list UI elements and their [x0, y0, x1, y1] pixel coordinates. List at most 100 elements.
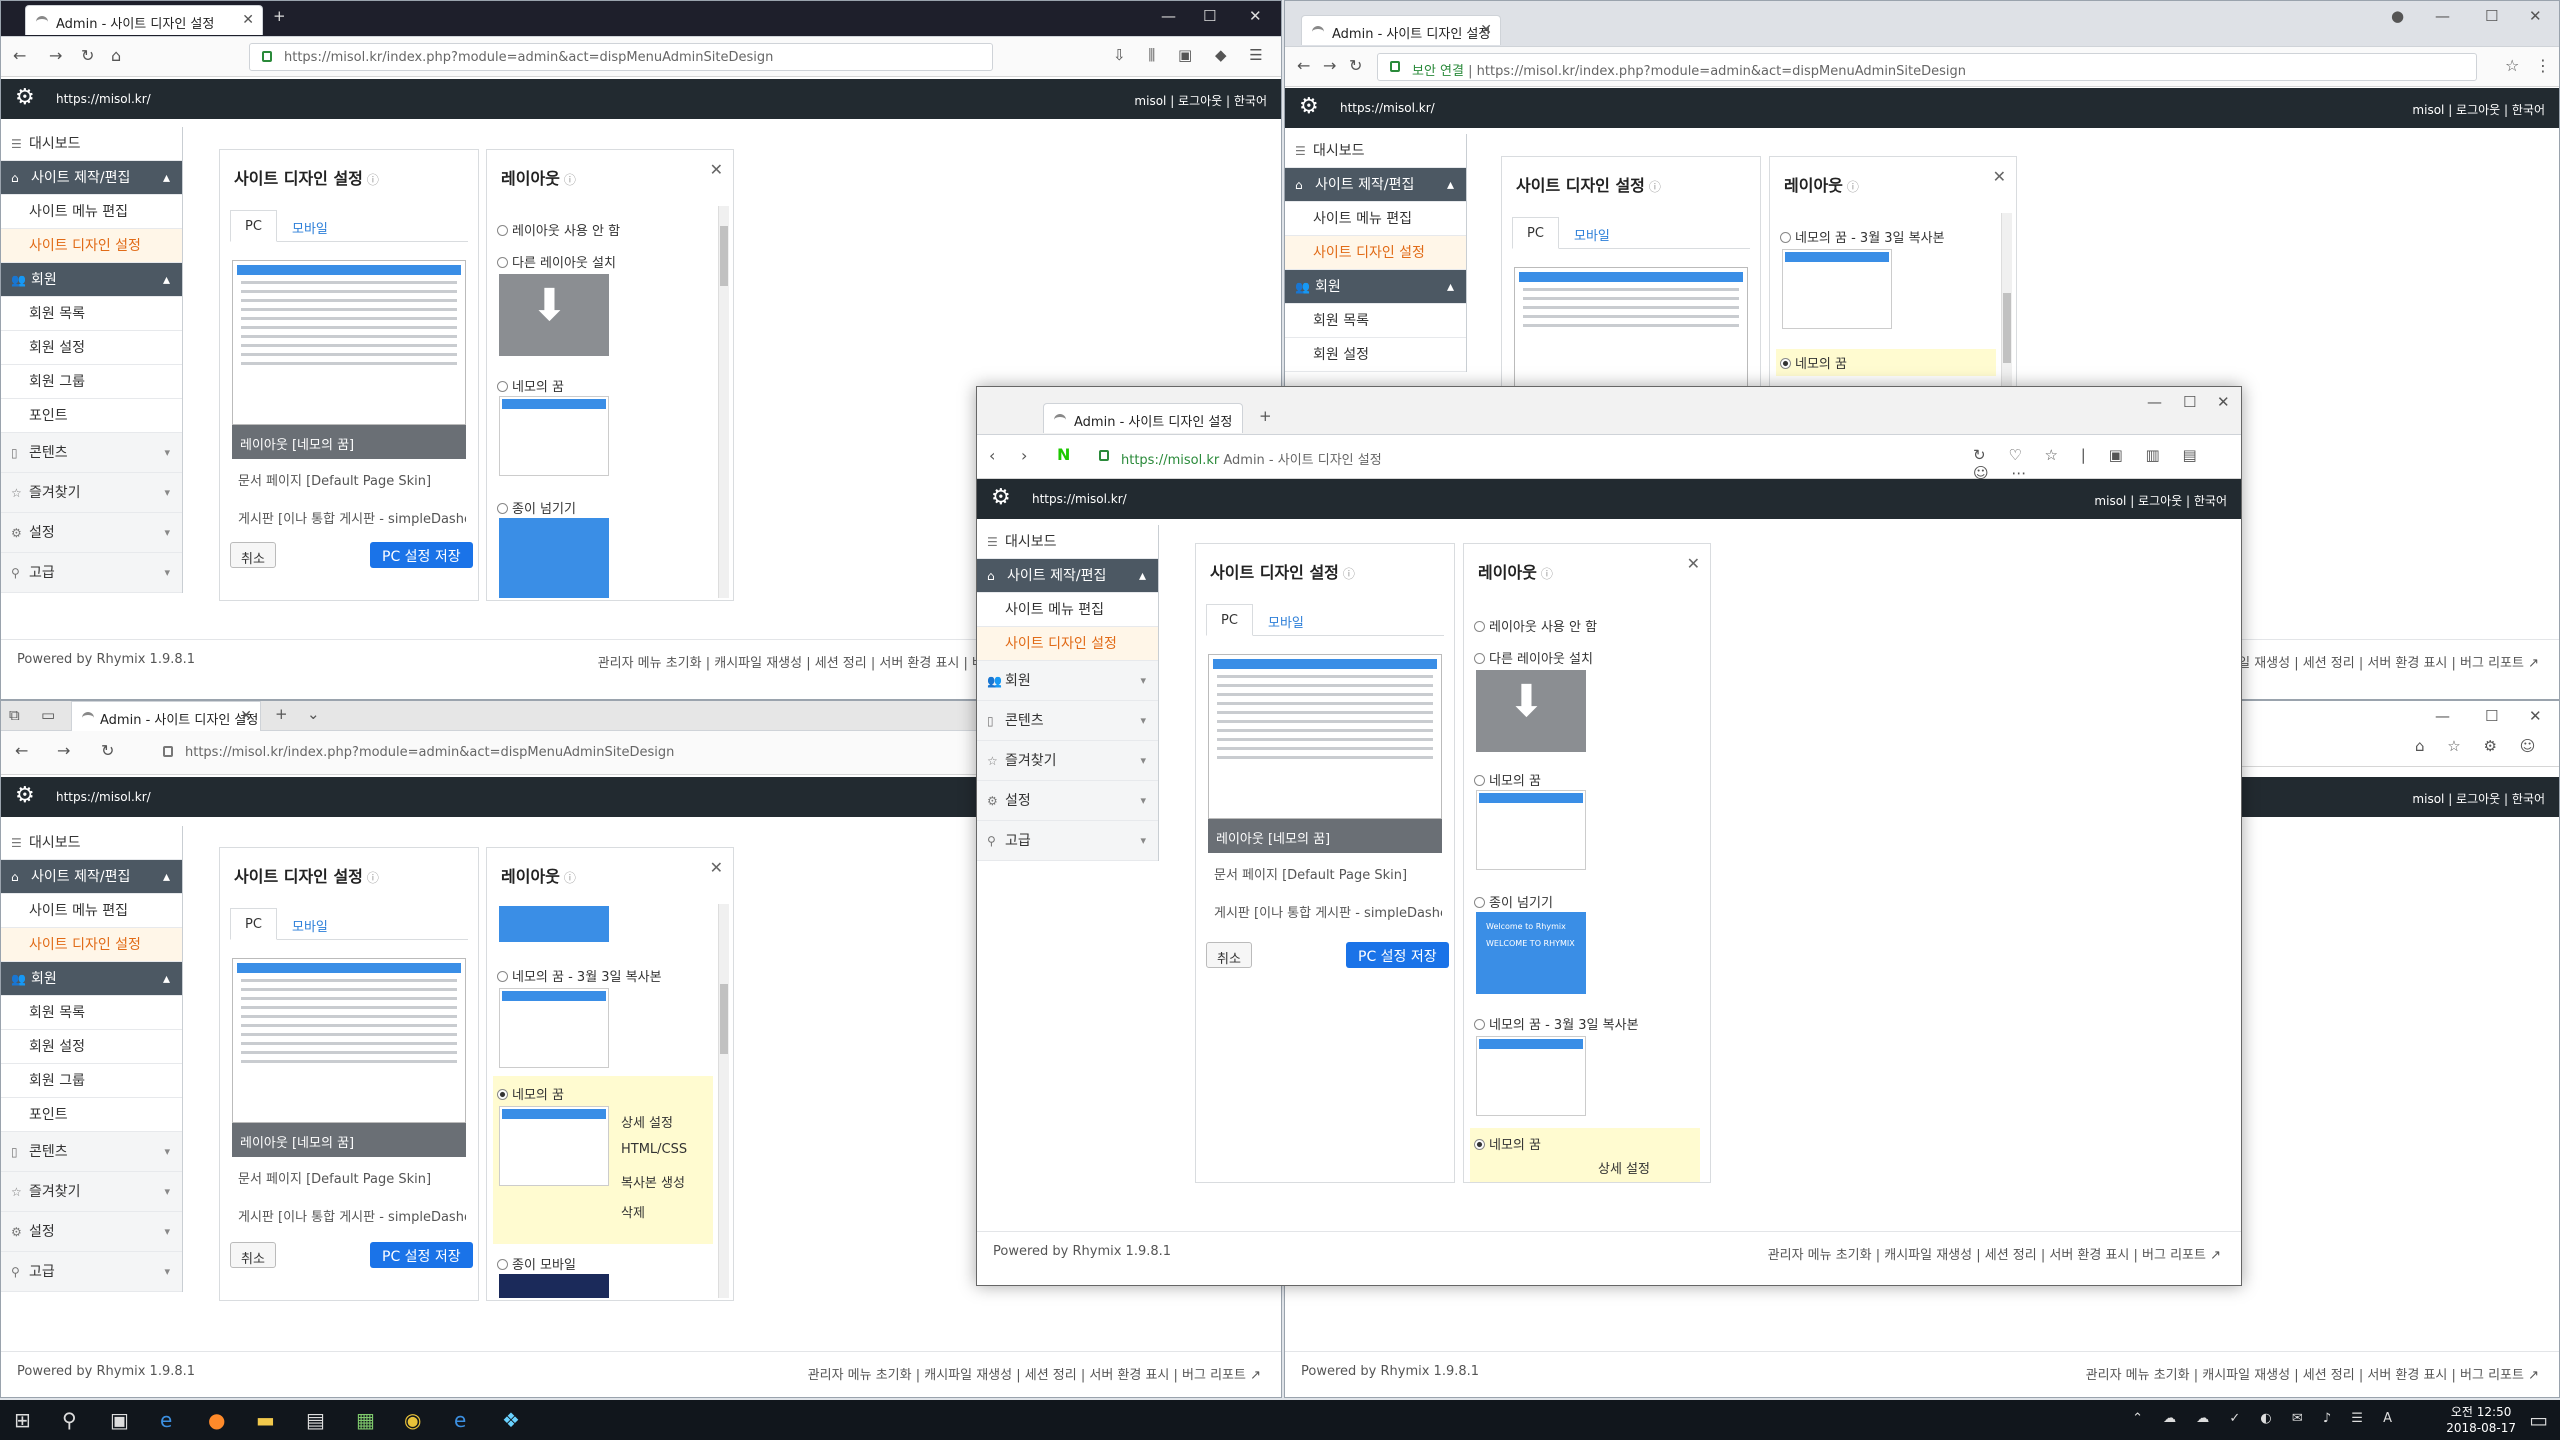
back-icon[interactable]: ←	[15, 741, 28, 760]
sidebar-item-point[interactable]: 포인트	[1, 399, 182, 433]
doc-page-row[interactable]: 문서 페이지 [Default Page Skin]	[238, 470, 466, 498]
sidebar-item-design[interactable]: 사이트 디자인 설정	[1285, 236, 1466, 270]
footer-links[interactable]: 관리자 메뉴 초기화 | 캐시파일 재생성 | 세션 정리 | 서버 환경 표시…	[1768, 1244, 2221, 1263]
layout-preview-nemo[interactable]	[499, 1106, 609, 1186]
layout-option-paper[interactable]: 종이 넘기기	[1474, 892, 1553, 911]
tab-mobile[interactable]: 모바일	[1560, 217, 1624, 249]
site-link[interactable]: https://misol.kr/	[56, 92, 151, 106]
sidebar-item-settings[interactable]: ⚙ 설정	[977, 781, 1158, 821]
edge-icon[interactable]: e	[160, 1408, 172, 1432]
layout-preview-paper[interactable]	[499, 906, 609, 942]
layout-action-copy[interactable]: 복사본 생성	[621, 1172, 685, 1191]
search-icon[interactable]: ⚲	[62, 1408, 77, 1432]
tab-mobile[interactable]: 모바일	[1254, 604, 1318, 636]
save-button[interactable]: PC 설정 저장	[1346, 942, 1449, 968]
sidebar-item-member-settings[interactable]: 회원 설정	[1, 331, 182, 365]
layout-option-nemo-active[interactable]: 네모의 꿈	[1474, 1134, 1541, 1153]
help-icon[interactable]: ⓘ	[367, 173, 379, 187]
tab-pc[interactable]: PC	[230, 210, 277, 242]
cancel-button[interactable]: 취소	[230, 542, 276, 568]
profile-icon[interactable]: ●	[2391, 7, 2404, 25]
footer-links[interactable]: 관리자 메뉴 초기화 | 캐시파일 재생성 | 세션 정리 | 서버 환경 표시…	[808, 1364, 1261, 1383]
sidebar-item-content[interactable]: ▯ 콘텐츠	[1, 1132, 182, 1172]
sidebar-item-menu-edit[interactable]: 사이트 메뉴 편집	[1285, 202, 1466, 236]
browser-tab[interactable]: Admin - 사이트 디자인 설정 ✕	[71, 701, 261, 731]
browser-tab[interactable]: Admin - 사이트 디자인 설정 ✕	[1301, 15, 1501, 45]
store-icon[interactable]: ▤	[306, 1408, 325, 1432]
sidebar-item-design[interactable]: 사이트 디자인 설정	[1, 928, 182, 962]
sidebar-dashboard[interactable]: ☰ 대시보드	[1, 127, 182, 161]
tab-pc[interactable]: PC	[1206, 604, 1253, 636]
new-tab-icon[interactable]: +	[275, 705, 288, 723]
sidebar-item-menu-edit[interactable]: 사이트 메뉴 편집	[1, 195, 182, 229]
download-icon[interactable]	[499, 274, 609, 356]
new-tab-icon[interactable]: +	[273, 7, 286, 25]
layout-preview-paper[interactable]: Welcome to Rhymix WELCOME TO RHYMIX	[1476, 912, 1586, 994]
sidebar-dashboard[interactable]: ☰ 대시보드	[1285, 134, 1466, 168]
gear-icon[interactable]: ⚙	[15, 85, 35, 110]
layout-thumbnail[interactable]	[232, 260, 466, 425]
sidebar-item-advanced[interactable]: ⚲ 고급	[1, 1252, 182, 1292]
url-field[interactable]: 보안 연결 | https://misol.kr/index.php?modul…	[1377, 53, 2477, 81]
layout-option-nemo-copy[interactable]: 네모의 꿈 - 3월 3일 복사본	[1474, 1014, 1639, 1033]
sidebar-dashboard[interactable]: ☰ 대시보드	[977, 525, 1158, 559]
tab-list-icon[interactable]: ⧉	[9, 706, 20, 724]
layout-option-install[interactable]: 다른 레이아웃 설치	[1474, 648, 1593, 667]
system-tray-icons[interactable]: ⌃ ☁ ☁ ✓ ◐ ✉ ♪ ☰ A	[2132, 1411, 2400, 1426]
layout-option-none[interactable]: 레이아웃 사용 안 함	[497, 220, 620, 239]
maximize-icon[interactable]: ☐	[1203, 7, 1216, 25]
layout-option-none[interactable]: 레이아웃 사용 안 함	[1474, 616, 1597, 635]
help-icon[interactable]: ⓘ	[1649, 180, 1661, 194]
help-icon[interactable]: ⓘ	[564, 173, 576, 187]
sidebar-item-design[interactable]: 사이트 디자인 설정	[1, 229, 182, 263]
help-icon[interactable]: ⓘ	[1847, 180, 1859, 194]
board-row[interactable]: 게시판 [이나 통합 게시판 - simpleDashed]	[1214, 902, 1442, 930]
forward-icon[interactable]: →	[1323, 56, 1336, 75]
doc-page-row[interactable]: 문서 페이지 [Default Page Skin]	[238, 1168, 466, 1196]
toolbar-icons[interactable]: ⇩ ⫼ ▣ ◆ ☰	[1113, 46, 1272, 64]
sidebar-item-settings[interactable]: ⚙ 설정	[1, 513, 182, 553]
sidebar-group-site[interactable]: ⌂ 사이트 제작/편집	[1, 860, 182, 894]
user-links[interactable]: misol | 로그아웃 | 한국어	[2094, 492, 2227, 509]
new-tab-icon[interactable]: +	[1259, 407, 1272, 425]
close-icon[interactable]: ✕	[710, 160, 723, 179]
close-window-icon[interactable]: ✕	[2529, 707, 2542, 725]
url-field[interactable]: https://misol.kr Admin - 사이트 디자인 설정	[1087, 443, 1967, 471]
site-link[interactable]: https://misol.kr/	[1340, 101, 1435, 115]
notepad-icon[interactable]: ▦	[356, 1408, 375, 1432]
chevron-down-icon[interactable]: ⌄	[307, 705, 320, 723]
reload-icon[interactable]: ↻	[1349, 56, 1362, 75]
close-window-icon[interactable]: ✕	[1249, 7, 1262, 25]
layout-action-detail[interactable]: 상세 설정	[621, 1112, 673, 1131]
star-icon[interactable]: ☆	[2505, 56, 2519, 75]
browser-tab[interactable]: Admin - 사이트 디자인 설정 ✕	[25, 5, 263, 35]
layout-preview-nemo-copy[interactable]	[1782, 249, 1892, 329]
sidebar-item-favorites[interactable]: ☆ 즐겨찾기	[1, 473, 182, 513]
doc-page-row[interactable]: 문서 페이지 [Default Page Skin]	[1214, 864, 1442, 892]
sidebar-group-member[interactable]: 👥 회원	[1, 962, 182, 996]
minimize-icon[interactable]: —	[2435, 7, 2450, 25]
help-icon[interactable]: ⓘ	[1541, 567, 1553, 581]
layout-option-nemo-copy[interactable]: 네모의 꿈 - 3월 3일 복사본	[497, 966, 662, 985]
close-icon[interactable]: ✕	[1993, 167, 2006, 186]
minimize-icon[interactable]: —	[2435, 707, 2450, 725]
sidebar-item-member-list[interactable]: 회원 목록	[1, 996, 182, 1030]
sidebar-item-favorites[interactable]: ☆ 즐겨찾기	[1, 1172, 182, 1212]
layout-preview-nemo[interactable]	[1476, 790, 1586, 870]
gear-icon[interactable]: ⚙	[15, 783, 35, 808]
tab-pc[interactable]: PC	[1512, 217, 1559, 249]
close-window-icon[interactable]: ✕	[2529, 7, 2542, 25]
forward-icon[interactable]: →	[49, 46, 62, 65]
firefox-icon[interactable]: ●	[208, 1408, 225, 1432]
tab-mobile[interactable]: 모바일	[278, 908, 342, 940]
layout-thumbnail[interactable]	[232, 958, 466, 1123]
layout-action-delete[interactable]: 삭제	[621, 1202, 645, 1221]
start-icon[interactable]: ⊞	[14, 1408, 31, 1432]
tab-mobile[interactable]: 모바일	[278, 210, 342, 242]
tab-close-icon[interactable]: ✕	[1480, 22, 1492, 38]
layout-option-nemo[interactable]: 네모의 꿈	[1776, 349, 1996, 376]
layout-preview-nemo-copy[interactable]	[499, 988, 609, 1068]
layout-selected-bar[interactable]: 레이아웃 [네모의 꿈]	[1208, 819, 1442, 853]
site-link[interactable]: https://misol.kr/	[56, 790, 151, 804]
sidebar-item-member[interactable]: 👥 회원	[977, 661, 1158, 701]
